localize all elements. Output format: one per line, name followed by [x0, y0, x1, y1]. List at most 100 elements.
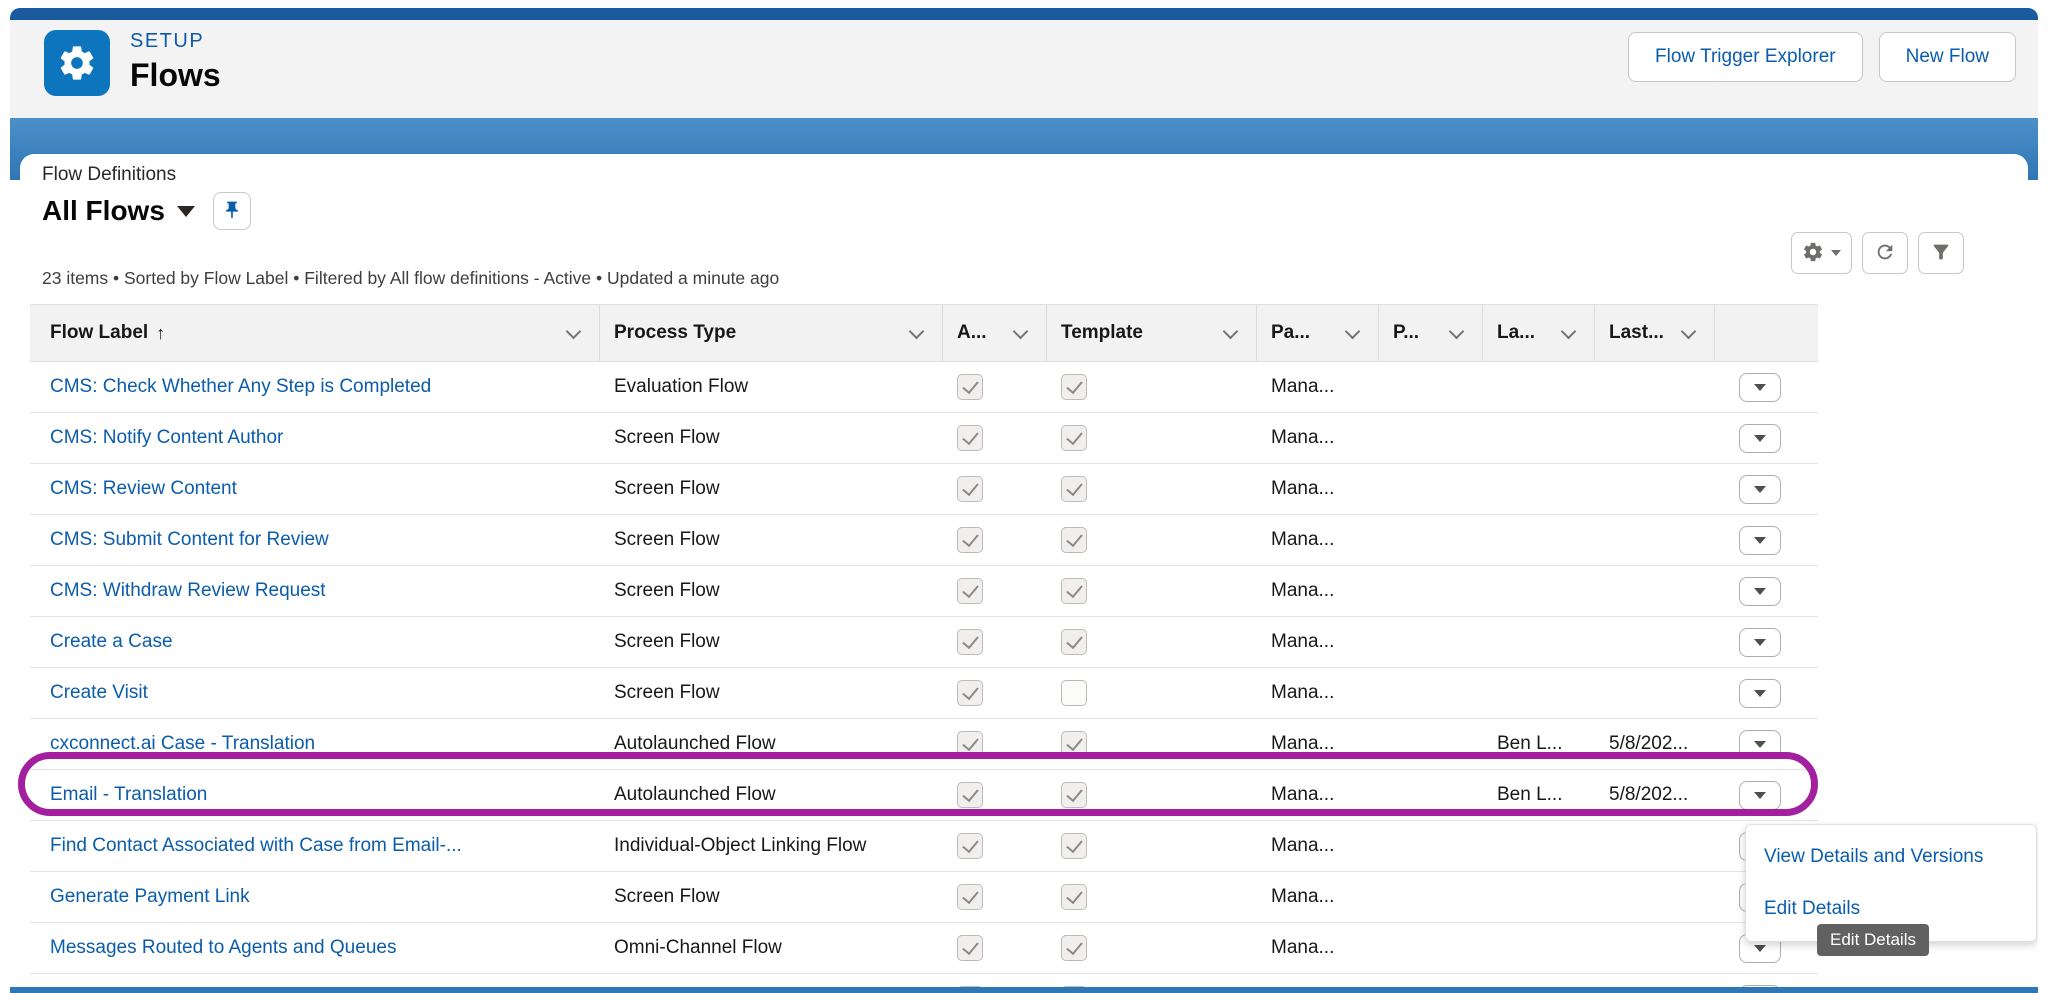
active-checkbox — [957, 731, 983, 757]
row-actions-button[interactable] — [1739, 423, 1781, 453]
column-chevron-down-icon[interactable] — [565, 323, 582, 340]
flow-trigger-explorer-button[interactable]: Flow Trigger Explorer — [1628, 32, 1863, 82]
pin-list-button[interactable] — [212, 192, 251, 230]
row-actions-button[interactable] — [1739, 525, 1781, 555]
last-modified-date-cell — [1595, 566, 1715, 616]
row-actions-button[interactable] — [1739, 576, 1781, 606]
process-type-cell: Autolaunched Flow — [614, 733, 776, 754]
last-modified-by-cell — [1483, 923, 1595, 973]
refresh-button[interactable] — [1862, 232, 1908, 274]
column-header-template[interactable]: Template — [1047, 305, 1257, 361]
last-modified-by-cell — [1483, 515, 1595, 565]
global-header-strip — [10, 8, 2038, 20]
list-view-card: Flow Definitions All Flows 23 items • So… — [18, 154, 2037, 987]
app-frame: SETUP Flows Flow Trigger Explorer New Fl… — [10, 8, 2038, 987]
last-modified-date-cell — [1595, 872, 1715, 922]
flow-link[interactable]: Find Contact Associated with Case from E… — [50, 835, 462, 857]
column-chevron-down-icon[interactable] — [908, 323, 925, 340]
active-checkbox — [957, 374, 983, 400]
last-modified-by-cell — [1483, 617, 1595, 667]
menu-item-view-details-and-versions[interactable]: View Details and Versions — [1746, 831, 2036, 883]
last-modified-by-cell — [1483, 362, 1595, 412]
last-modified-by-cell — [1483, 872, 1595, 922]
column-header-la[interactable]: La... — [1483, 305, 1595, 361]
table-row: CMS: Withdraw Review Request Screen Flow M… — [30, 566, 1818, 617]
view-selector-row: All Flows — [42, 190, 251, 232]
template-checkbox — [1061, 680, 1087, 706]
template-checkbox — [1061, 629, 1087, 655]
dropdown-triangle-icon — [1754, 791, 1766, 799]
flow-link[interactable]: Generate Payment Link — [50, 886, 250, 908]
row-actions-button[interactable] — [1739, 780, 1781, 810]
flow-link[interactable]: cxconnect.ai Case - Translation — [50, 733, 315, 755]
entity-label: Flow Definitions — [42, 164, 177, 185]
flow-link[interactable]: CMS: Submit Content for Review — [50, 529, 329, 551]
flows-setup-page: SETUP Flows Flow Trigger Explorer New Fl… — [0, 0, 2048, 993]
table-row: Opportunity Create FlowAutolaunched Flow… — [30, 974, 1818, 987]
package-state-cell: Mana... — [1271, 427, 1335, 448]
table-row: CMS: Review Content Screen Flow Mana... — [30, 464, 1818, 515]
dropdown-triangle-icon — [1754, 689, 1766, 697]
dropdown-triangle-icon — [1754, 587, 1766, 595]
bottom-window-edge — [10, 987, 2038, 993]
column-chevron-down-icon[interactable] — [1448, 323, 1465, 340]
last-modified-date-cell — [1595, 617, 1715, 667]
view-selector[interactable]: All Flows — [42, 195, 165, 227]
package-state-cell: Mana... — [1271, 682, 1335, 703]
flow-link[interactable]: CMS: Check Whether Any Step is Completed — [50, 376, 431, 398]
last-modified-date-cell: 5/8/202... — [1609, 733, 1689, 754]
table-row: cxconnect.ai Case - Translation Autolaunc… — [30, 719, 1818, 770]
row-actions-button[interactable] — [1739, 729, 1781, 759]
edit-details-tooltip: Edit Details — [1817, 924, 1929, 956]
table-row: CMS: Submit Content for Review Screen Flo… — [30, 515, 1818, 566]
process-type-cell: Evaluation Flow — [614, 376, 749, 397]
column-chevron-down-icon[interactable] — [1222, 323, 1239, 340]
filter-button[interactable] — [1918, 232, 1964, 274]
flow-link[interactable]: CMS: Notify Content Author — [50, 427, 283, 449]
process-type-cell: Screen Flow — [614, 682, 720, 703]
dropdown-triangle-icon — [1754, 638, 1766, 646]
column-header-pa[interactable]: Pa... — [1257, 305, 1379, 361]
flow-link[interactable]: CMS: Withdraw Review Request — [50, 580, 326, 602]
row-actions-button[interactable] — [1739, 627, 1781, 657]
active-checkbox — [957, 425, 983, 451]
process-type-cell: Omni-Channel Flow — [614, 937, 782, 958]
last-modified-date-cell — [1595, 668, 1715, 718]
column-header-process-type[interactable]: Process Type — [600, 305, 943, 361]
flow-link[interactable]: Email - Translation — [50, 784, 207, 806]
active-checkbox — [957, 629, 983, 655]
column-chevron-down-icon[interactable] — [1344, 323, 1361, 340]
package-state-cell: Mana... — [1271, 886, 1335, 907]
row-actions-button[interactable] — [1739, 372, 1781, 402]
new-flow-button[interactable]: New Flow — [1878, 32, 2016, 82]
column-chevron-down-icon[interactable] — [1012, 323, 1029, 340]
flow-link[interactable]: Create a Case — [50, 631, 173, 653]
flow-link[interactable]: CMS: Review Content — [50, 478, 237, 500]
list-settings-button[interactable] — [1791, 232, 1852, 274]
flow-link[interactable]: Messages Routed to Agents and Queues — [50, 937, 396, 959]
column-header-actions[interactable] — [1715, 305, 1818, 361]
column-header-p[interactable]: P... — [1379, 305, 1483, 361]
process-type-cell: Screen Flow — [614, 580, 720, 601]
column-header-flow-label[interactable]: Flow Label ↑ — [30, 305, 600, 361]
list-meta: 23 items • Sorted by Flow Label • Filter… — [42, 268, 780, 288]
column-chevron-down-icon[interactable] — [1560, 323, 1577, 340]
package-state-cell: Mana... — [1271, 733, 1335, 754]
column-chevron-down-icon[interactable] — [1680, 323, 1697, 340]
last-modified-date-cell — [1595, 413, 1715, 463]
package-state-cell: Mana... — [1271, 835, 1335, 856]
row-actions-button[interactable] — [1739, 474, 1781, 504]
column-header-a[interactable]: A... — [943, 305, 1047, 361]
table-row: Generate Payment Link Screen Flow Mana... — [30, 872, 1818, 923]
package-state-cell: Mana... — [1271, 631, 1335, 652]
template-checkbox — [1061, 374, 1087, 400]
row-actions-button[interactable] — [1739, 678, 1781, 708]
column-header-last[interactable]: Last... — [1595, 305, 1715, 361]
active-checkbox — [957, 782, 983, 808]
package-state-cell: Mana... — [1271, 580, 1335, 601]
process-type-cell: Screen Flow — [614, 427, 720, 448]
process-type-cell: Autolaunched Flow — [614, 784, 776, 805]
view-selector-caret-icon[interactable] — [176, 205, 195, 217]
flow-link[interactable]: Create Visit — [50, 682, 148, 704]
last-modified-by-cell — [1483, 566, 1595, 616]
